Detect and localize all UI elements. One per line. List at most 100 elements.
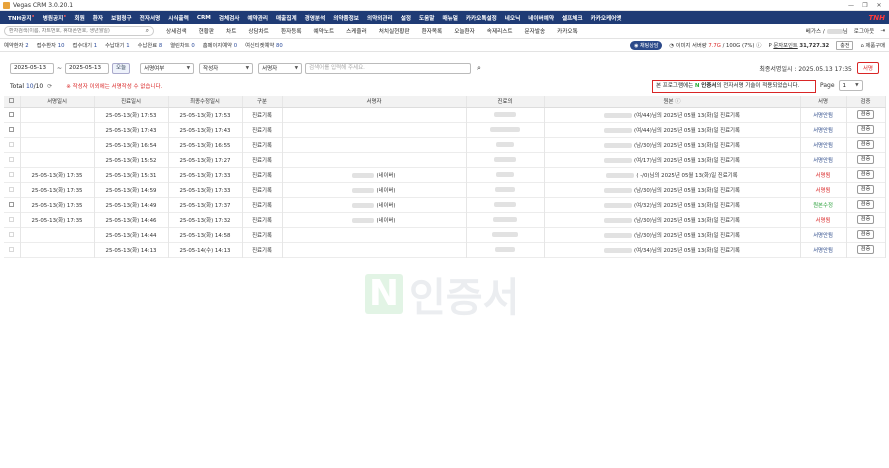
row-checkbox[interactable] xyxy=(9,246,15,252)
review-button[interactable]: 검증 xyxy=(856,200,875,209)
original-record[interactable]: (남/30)님의 2025년 05월 13(화)일 진료기록 xyxy=(544,227,801,242)
signer-select[interactable]: 서명자 ▼ xyxy=(258,62,303,74)
quick-nav-item[interactable]: 현황판 xyxy=(193,27,220,35)
status-count[interactable]: 예약환자 2 xyxy=(4,41,37,49)
today-button[interactable]: 오늘 xyxy=(112,62,131,74)
menu-item[interactable]: 경영분석 xyxy=(301,14,330,22)
quick-nav-item[interactable]: 카카오톡 xyxy=(551,27,584,35)
quick-nav-item[interactable]: 상담차트 xyxy=(242,27,275,35)
row-checkbox-cell[interactable] xyxy=(4,182,21,197)
refresh-icon[interactable]: ⟳ xyxy=(47,83,52,90)
author-select[interactable]: 작성자 ▼ xyxy=(199,62,254,74)
table-row[interactable]: 25-05-13(화) 17:35 25-05-13(화) 15:31 25-05-… xyxy=(4,167,886,182)
search-icon[interactable]: ⌕ xyxy=(477,64,481,73)
menu-item[interactable]: 병원공지• xyxy=(39,14,71,22)
maximize-icon[interactable]: ❐ xyxy=(858,2,872,9)
keyword-input[interactable]: 검색어를 입력해 주세요. xyxy=(305,62,472,74)
row-checkbox-cell[interactable] xyxy=(4,197,21,212)
row-checkbox[interactable] xyxy=(9,126,15,132)
menu-item[interactable]: 예약관리 xyxy=(243,14,272,22)
menu-item[interactable]: 도움말 xyxy=(415,14,438,22)
menu-item[interactable]: 카카오케어앳 xyxy=(587,14,626,22)
menu-item[interactable]: 매뉴얼 xyxy=(438,14,461,22)
menu-item[interactable]: 네이버예약 xyxy=(524,14,558,22)
row-checkbox-cell[interactable] xyxy=(4,212,21,227)
select-all-header[interactable] xyxy=(4,96,21,108)
review-button[interactable]: 검증 xyxy=(856,185,875,194)
row-checkbox-cell[interactable] xyxy=(4,137,21,152)
patient-search-input[interactable] xyxy=(9,28,146,34)
page-select[interactable]: 1 ▼ xyxy=(838,80,863,91)
logout-icon[interactable]: ⇥ xyxy=(880,28,885,34)
status-count[interactable]: 여신티켓예약 80 xyxy=(245,41,291,49)
quick-nav-item[interactable]: 차트 xyxy=(220,27,242,35)
menu-item[interactable]: 셀프체크 xyxy=(558,14,587,22)
menu-item[interactable]: CRM xyxy=(193,15,215,21)
close-icon[interactable]: ✕ xyxy=(872,2,886,9)
table-row[interactable]: 25-05-13(화) 14:44 25-05-13(화) 14:58 진료기록 (남… xyxy=(4,227,886,242)
review-button[interactable]: 검증 xyxy=(856,125,875,134)
row-checkbox[interactable] xyxy=(9,111,15,117)
review-button[interactable]: 검증 xyxy=(856,230,875,239)
quick-nav-item[interactable]: 문자발송 xyxy=(519,27,552,35)
sign-status-select[interactable]: 서명여부 ▼ xyxy=(140,62,195,74)
menu-item[interactable]: 카카오톡설정 xyxy=(462,14,501,22)
menu-item[interactable]: 시식출력 xyxy=(164,14,193,22)
status-count[interactable]: 수납완료 8 xyxy=(138,41,171,49)
sign-button[interactable]: 서명 xyxy=(856,62,879,74)
review-button[interactable]: 검증 xyxy=(856,215,875,224)
table-row[interactable]: 25-05-13(화) 17:35 25-05-13(화) 14:59 25-05-… xyxy=(4,182,886,197)
search-icon[interactable]: ⌕ xyxy=(146,27,149,35)
row-checkbox[interactable] xyxy=(9,156,15,162)
review-button[interactable]: 검증 xyxy=(856,170,875,179)
menu-item[interactable]: TNH공지• xyxy=(4,14,39,22)
row-checkbox-cell[interactable] xyxy=(4,122,21,137)
select-all-checkbox[interactable] xyxy=(9,98,15,104)
quick-nav-item[interactable]: 처치실현황판 xyxy=(373,27,416,35)
menu-item[interactable]: 매출집계 xyxy=(272,14,301,22)
row-checkbox-cell[interactable] xyxy=(4,227,21,242)
logout-button[interactable]: 로그아웃 xyxy=(854,27,875,35)
original-record[interactable]: (남/30)님의 2025년 05월 13(화)일 진료기록 xyxy=(544,212,801,227)
menu-item[interactable]: 회원 xyxy=(70,14,88,22)
row-checkbox[interactable] xyxy=(9,231,15,237)
row-checkbox-cell[interactable] xyxy=(4,152,21,167)
menu-item[interactable]: 네오닉 xyxy=(501,14,524,22)
row-checkbox-cell[interactable] xyxy=(4,242,21,257)
review-button[interactable]: 검증 xyxy=(856,140,875,149)
row-checkbox[interactable] xyxy=(9,186,15,192)
row-checkbox-cell[interactable] xyxy=(4,167,21,182)
row-checkbox[interactable] xyxy=(9,216,15,222)
review-button[interactable]: 검증 xyxy=(856,155,875,164)
table-row[interactable]: 25-05-13(화) 17:43 25-05-13(화) 17:43 진료기록 (여… xyxy=(4,122,886,137)
original-record[interactable]: (여/44)님의 2025년 05월 13(화)일 진료기록 xyxy=(544,107,801,122)
status-count[interactable]: 접수대기 1 xyxy=(73,41,106,49)
menu-item[interactable]: 검체검사 xyxy=(215,14,244,22)
patient-search-box[interactable]: ⌕ xyxy=(4,26,154,36)
menu-item[interactable]: 보험청구 xyxy=(107,14,136,22)
original-record[interactable]: (여/17)님의 2025년 05월 13(화)일 진료기록 xyxy=(544,152,801,167)
review-button[interactable]: 검증 xyxy=(856,245,875,254)
original-record[interactable]: (남/30)님의 2025년 05월 13(화)일 진료기록 xyxy=(544,137,801,152)
quick-nav-item[interactable]: 환자목록 xyxy=(416,27,449,35)
menu-item[interactable]: 환자 xyxy=(89,14,107,22)
row-checkbox[interactable] xyxy=(9,171,15,177)
table-row[interactable]: 25-05-13(화) 17:35 25-05-13(화) 14:49 25-05-… xyxy=(4,197,886,212)
original-record[interactable]: ( -/0)님의 2025년 05월 13(화)일 진료기록 xyxy=(544,167,801,182)
status-count[interactable]: 홈페이지예약 0 xyxy=(203,41,245,49)
menu-item[interactable]: 전자서명 xyxy=(136,14,165,22)
minimize-icon[interactable]: — xyxy=(844,2,858,9)
original-record[interactable]: (여/44)님의 2025년 05월 13(화)일 진료기록 xyxy=(544,122,801,137)
row-checkbox[interactable] xyxy=(9,201,15,207)
quick-nav-item[interactable]: 상세검색 xyxy=(160,27,193,35)
status-count[interactable]: 접수환자 10 xyxy=(37,41,73,49)
date-to-input[interactable]: 2025-05-13 xyxy=(65,62,110,74)
table-row[interactable]: 25-05-13(화) 15:52 25-05-13(화) 17:27 진료기록 (여… xyxy=(4,152,886,167)
quick-nav-item[interactable]: 스케줄러 xyxy=(340,27,373,35)
menu-item[interactable]: 의약품정보 xyxy=(329,14,363,22)
original-record[interactable]: (남/30)님의 2025년 05월 13(화)일 진료기록 xyxy=(544,182,801,197)
info-icon[interactable]: ⓘ xyxy=(673,99,680,105)
original-record[interactable]: (여/34)님의 2025년 05월 13(화)일 진료기록 xyxy=(544,242,801,257)
purchase-button[interactable]: ⌂ 제품구매 xyxy=(860,41,885,49)
quick-nav-item[interactable]: 오늘환자 xyxy=(448,27,481,35)
